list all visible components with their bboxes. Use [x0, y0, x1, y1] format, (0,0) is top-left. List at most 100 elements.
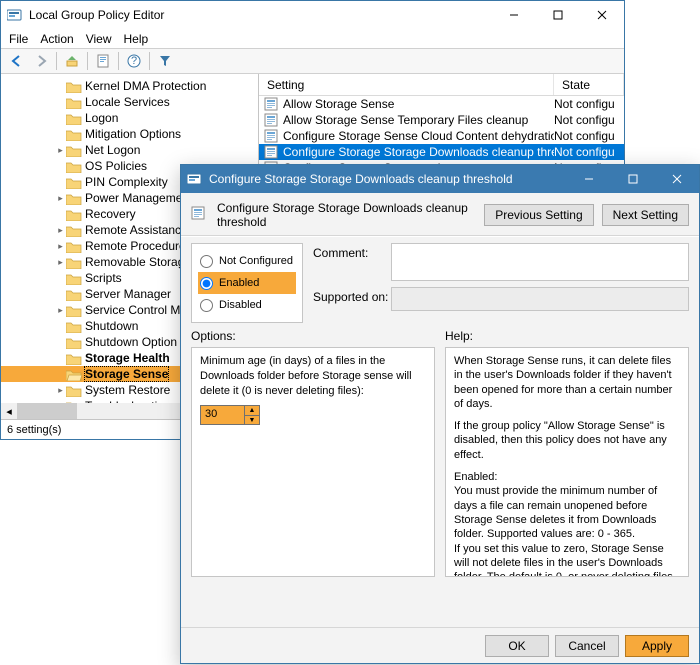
expand-icon[interactable]: ▸ [55, 145, 66, 156]
toolbar: ? [1, 48, 624, 74]
folder-icon [66, 352, 82, 365]
expand-icon[interactable]: ▸ [55, 241, 66, 252]
tree-node-label: PIN Complexity [85, 175, 168, 189]
tree-node-label: Recovery [85, 207, 136, 221]
gpedit-titlebar[interactable]: Local Group Policy Editor [1, 1, 624, 29]
folder-icon [66, 96, 82, 109]
expand-icon[interactable]: ▸ [55, 225, 66, 236]
help-text: Enabled:You must provide the minimum num… [454, 470, 680, 577]
setting-icon [263, 128, 279, 144]
supported-field [391, 287, 689, 311]
dialog-app-icon [187, 171, 203, 187]
folder-icon [66, 272, 82, 285]
tree-node[interactable]: Mitigation Options [1, 126, 258, 142]
help-text: When Storage Sense runs, it can delete f… [454, 354, 680, 411]
tree-node-label: Server Manager [85, 287, 171, 301]
dialog-titlebar[interactable]: Configure Storage Storage Downloads clea… [181, 165, 699, 193]
previous-setting-button[interactable]: Previous Setting [484, 204, 593, 226]
expand-icon[interactable]: ▸ [55, 305, 66, 316]
help-text: If the group policy "Allow Storage Sense… [454, 419, 680, 462]
options-panel: Minimum age (in days) of a files in the … [191, 347, 435, 577]
tree-node-label: Logon [85, 111, 118, 125]
setting-icon [263, 144, 279, 160]
svg-text:?: ? [131, 55, 137, 67]
menubar: File Action View Help [1, 29, 624, 48]
radio-disabled[interactable]: Disabled [198, 294, 296, 316]
folder-icon [66, 112, 82, 125]
tree-node-label: Power Managemen [85, 191, 189, 205]
column-state[interactable]: State [554, 74, 624, 95]
help-panel[interactable]: When Storage Sense runs, it can delete f… [445, 347, 689, 577]
setting-name: Allow Storage Sense [283, 97, 554, 111]
tree-node-label: OS Policies [85, 159, 147, 173]
folder-icon [66, 192, 82, 205]
close-button[interactable] [580, 1, 624, 29]
cancel-button[interactable]: Cancel [555, 635, 619, 657]
menu-view[interactable]: View [86, 32, 112, 46]
option-value[interactable]: 30 [201, 407, 244, 421]
gpedit-title: Local Group Policy Editor [29, 8, 164, 22]
settings-row[interactable]: Configure Storage Sense Cloud Content de… [259, 128, 624, 144]
expand-icon[interactable]: ▸ [55, 257, 66, 268]
comment-field[interactable] [391, 243, 689, 281]
scroll-left-icon[interactable]: ◂ [1, 403, 17, 419]
menu-file[interactable]: File [9, 32, 28, 46]
tree-node-label: Storage Health [85, 351, 170, 365]
settings-row[interactable]: Allow Storage Sense Temporary Files clea… [259, 112, 624, 128]
dialog-header-text: Configure Storage Storage Downloads clea… [217, 201, 476, 229]
tree-node[interactable]: Locale Services [1, 94, 258, 110]
column-setting[interactable]: Setting [259, 74, 554, 95]
expand-icon[interactable]: ▸ [55, 193, 66, 204]
settings-row[interactable]: Configure Storage Storage Downloads clea… [259, 144, 624, 160]
tree-node-label: Remote Procedure [85, 239, 186, 253]
tree-node-label: Shutdown [85, 319, 138, 333]
menu-help[interactable]: Help [124, 32, 149, 46]
options-label: Options: [191, 329, 435, 343]
dialog-title: Configure Storage Storage Downloads clea… [209, 172, 513, 186]
maximize-button[interactable] [536, 1, 580, 29]
scroll-thumb[interactable] [17, 403, 77, 419]
folder-icon [66, 128, 82, 141]
dialog-close-button[interactable] [655, 165, 699, 193]
help-icon[interactable]: ? [122, 50, 146, 72]
tree-node-label: Net Logon [85, 143, 140, 157]
menu-action[interactable]: Action [40, 32, 73, 46]
tree-node[interactable]: Logon [1, 110, 258, 126]
tree-node[interactable]: ▸ Net Logon [1, 142, 258, 158]
filter-icon[interactable] [153, 50, 177, 72]
setting-name: Configure Storage Sense Cloud Content de… [283, 129, 554, 143]
folder-icon [66, 256, 82, 269]
dialog-minimize-button[interactable] [567, 165, 611, 193]
tree-node-label: System Restore [85, 383, 170, 397]
policy-dialog: Configure Storage Storage Downloads clea… [180, 164, 700, 664]
spinner-down-icon[interactable]: ▼ [245, 416, 259, 425]
setting-state: Not configu [554, 97, 624, 111]
settings-row[interactable]: Allow Storage SenseNot configu [259, 96, 624, 112]
option-spinner[interactable]: 30 ▲ ▼ [200, 405, 260, 425]
forward-icon[interactable] [29, 50, 53, 72]
setting-icon [263, 112, 279, 128]
tree-node-label: Mitigation Options [85, 127, 181, 141]
folder-icon [66, 368, 82, 381]
ok-button[interactable]: OK [485, 635, 549, 657]
comment-label: Comment: [313, 243, 391, 260]
folder-icon [66, 80, 82, 93]
gpedit-app-icon [7, 7, 23, 23]
supported-label: Supported on: [313, 287, 391, 304]
properties-icon[interactable] [91, 50, 115, 72]
folder-icon [66, 384, 82, 397]
tree-node[interactable]: Kernel DMA Protection [1, 78, 258, 94]
radio-not-configured[interactable]: Not Configured [198, 250, 296, 272]
next-setting-button[interactable]: Next Setting [602, 204, 689, 226]
folder-icon [66, 336, 82, 349]
dialog-maximize-button[interactable] [611, 165, 655, 193]
folder-icon [66, 288, 82, 301]
apply-button[interactable]: Apply [625, 635, 689, 657]
spinner-up-icon[interactable]: ▲ [245, 406, 259, 416]
radio-enabled[interactable]: Enabled [198, 272, 296, 294]
folder-icon [66, 208, 82, 221]
back-icon[interactable] [5, 50, 29, 72]
minimize-button[interactable] [492, 1, 536, 29]
expand-icon[interactable]: ▸ [55, 385, 66, 396]
up-icon[interactable] [60, 50, 84, 72]
